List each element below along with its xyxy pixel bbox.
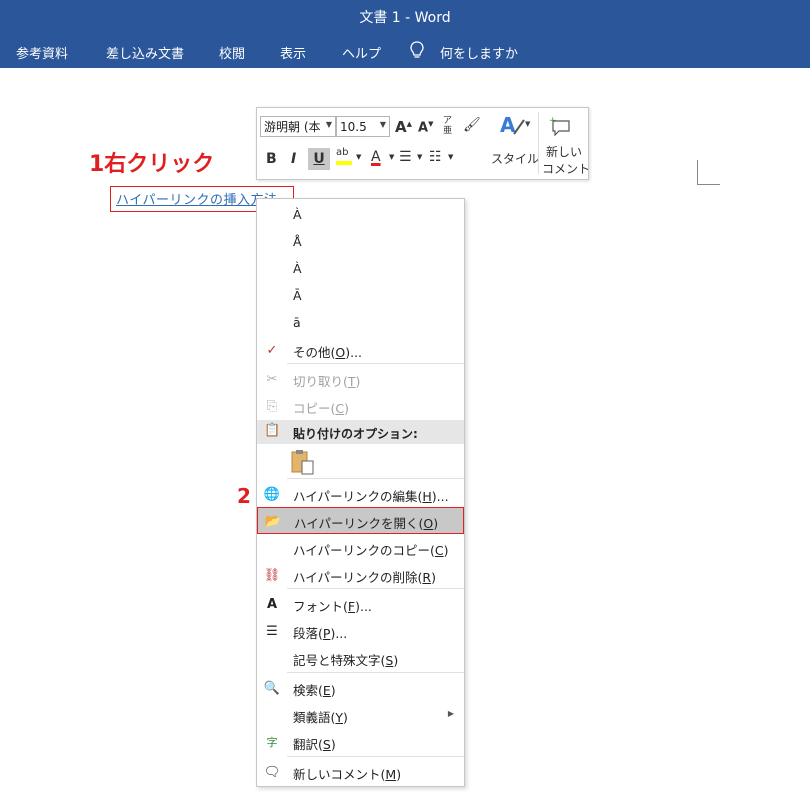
- clipboard-icon: 📋: [264, 423, 281, 438]
- copy-icon: ⎘: [266, 398, 278, 414]
- tell-me-box[interactable]: 何をしますか: [440, 43, 518, 62]
- chevron-down-icon[interactable]: ▼: [389, 153, 394, 161]
- grow-font-icon[interactable]: A▲: [395, 118, 412, 136]
- menu-item-accent-5[interactable]: ā: [257, 310, 464, 336]
- tab-view[interactable]: 表示: [280, 43, 306, 62]
- paragraph-icon: ☰: [266, 623, 278, 639]
- more-symbols-icon: ✓: [266, 342, 278, 358]
- menu-item-symbols[interactable]: 記号と特殊文字(S): [257, 645, 464, 671]
- bold-icon[interactable]: B: [266, 151, 277, 167]
- styles-icon[interactable]: A ▼: [498, 112, 532, 138]
- new-comment-label-2[interactable]: コメント: [542, 160, 590, 177]
- paste-options-header: 📋 貼り付けのオプション:: [257, 420, 464, 444]
- menu-item-more[interactable]: ✓ その他(O)...: [257, 337, 464, 363]
- menu-item-synonyms[interactable]: 類義語(Y) ▶: [257, 702, 464, 728]
- numbering-icon[interactable]: ☷: [429, 149, 442, 165]
- menu-separator: [287, 588, 464, 589]
- menu-separator: [287, 672, 464, 673]
- format-painter-icon[interactable]: 🖌: [463, 117, 481, 133]
- styles-label[interactable]: スタイル: [491, 150, 539, 167]
- chevron-down-icon[interactable]: ▼: [448, 153, 453, 161]
- menu-item-accent-4[interactable]: Ā: [257, 283, 464, 309]
- annotation-step2: 2: [237, 484, 251, 508]
- new-comment-icon: 🗨: [263, 764, 281, 780]
- search-icon: 🔍: [263, 680, 281, 696]
- menu-item-remove-hyperlink[interactable]: ⛓ ハイパーリンクの削除(R): [257, 562, 464, 588]
- paste-keep-text-icon[interactable]: [291, 449, 315, 475]
- chevron-down-icon: ▼: [325, 120, 332, 129]
- submenu-arrow-icon: ▶: [447, 709, 454, 718]
- menu-item-font[interactable]: A フォント(F)...: [257, 591, 464, 617]
- annotation-step1: 1右クリック: [89, 152, 215, 177]
- menu-separator: [287, 756, 464, 757]
- chevron-down-icon[interactable]: ▼: [356, 153, 361, 161]
- scissors-icon: ✂: [266, 371, 278, 387]
- font-name-value: 游明朝 (本: [264, 120, 321, 134]
- chevron-down-icon: ▼: [379, 120, 386, 129]
- highlight-color-icon[interactable]: ab: [336, 148, 352, 168]
- menu-item-accent-3[interactable]: À: [257, 256, 464, 282]
- menu-separator: [287, 478, 464, 479]
- svg-text:+: +: [549, 116, 557, 126]
- tab-references[interactable]: 参考資料: [16, 43, 68, 62]
- phonetic-guide-icon[interactable]: ア亜: [443, 116, 452, 136]
- tab-mailings[interactable]: 差し込み文書: [106, 43, 184, 62]
- menu-item-new-comment[interactable]: 🗨 新しいコメント(M): [257, 759, 464, 785]
- italic-icon[interactable]: I: [291, 151, 296, 167]
- chevron-down-icon[interactable]: ▼: [417, 153, 422, 161]
- mini-toolbar: 游明朝 (本 ▼ 10.5 ▼ A▲ A▼ ア亜 🖌 A ▼ スタイル + 新し…: [256, 107, 590, 180]
- tab-review[interactable]: 校閲: [219, 43, 245, 62]
- menu-item-edit-hyperlink[interactable]: 🌐 ハイパーリンクの編集(H)...: [257, 481, 464, 507]
- menu-separator: [287, 363, 464, 364]
- translate-icon: 字: [266, 736, 278, 749]
- menu-item-paragraph[interactable]: ☰ 段落(P)...: [257, 618, 464, 644]
- lightbulb-icon: [410, 41, 424, 58]
- unlink-icon: ⛓: [263, 567, 281, 583]
- menu-item-copy[interactable]: ⎘ コピー(C): [257, 393, 464, 419]
- menu-item-cut[interactable]: ✂ 切り取り(T): [257, 366, 464, 392]
- new-comment-label-1[interactable]: 新しい: [546, 143, 582, 160]
- svg-text:▼: ▼: [525, 120, 531, 128]
- shrink-font-icon[interactable]: A▼: [418, 120, 433, 135]
- open-folder-icon: 📂: [264, 513, 282, 529]
- font-icon: A: [266, 596, 278, 612]
- divider: [538, 112, 539, 174]
- margin-corner-mark: [697, 160, 720, 185]
- window-title: 文書 1 - Word: [359, 10, 451, 26]
- font-size-value: 10.5: [340, 119, 367, 134]
- menu-item-search[interactable]: 🔍 検索(E): [257, 675, 464, 701]
- tab-help[interactable]: ヘルプ: [342, 43, 381, 62]
- underline-icon[interactable]: U: [308, 148, 330, 170]
- menu-item-accent-2[interactable]: Å: [257, 229, 464, 255]
- new-comment-icon[interactable]: +: [549, 116, 573, 136]
- context-menu: À Å À Ā ā ✓ その他(O)... ✂ 切り取り(T) ⎘ コピー(C)…: [256, 198, 465, 787]
- font-size-combo[interactable]: 10.5 ▼: [336, 116, 390, 137]
- font-name-combo[interactable]: 游明朝 (本 ▼: [260, 116, 336, 137]
- font-color-icon[interactable]: A: [371, 149, 381, 165]
- menu-item-open-hyperlink[interactable]: 📂 ハイパーリンクを開く(O): [257, 507, 464, 534]
- bullets-icon[interactable]: ☰: [399, 149, 412, 165]
- menu-item-accent-1[interactable]: À: [257, 202, 464, 228]
- ribbon-tabs: 参考資料 差し込み文書 校閲 表示 ヘルプ 何をしますか: [0, 34, 810, 68]
- menu-item-copy-hyperlink[interactable]: ハイパーリンクのコピー(C): [257, 535, 464, 561]
- title-bar: 文書 1 - Word: [0, 0, 810, 34]
- globe-link-icon: 🌐: [263, 486, 281, 502]
- menu-item-translate[interactable]: 字 翻訳(S): [257, 729, 464, 755]
